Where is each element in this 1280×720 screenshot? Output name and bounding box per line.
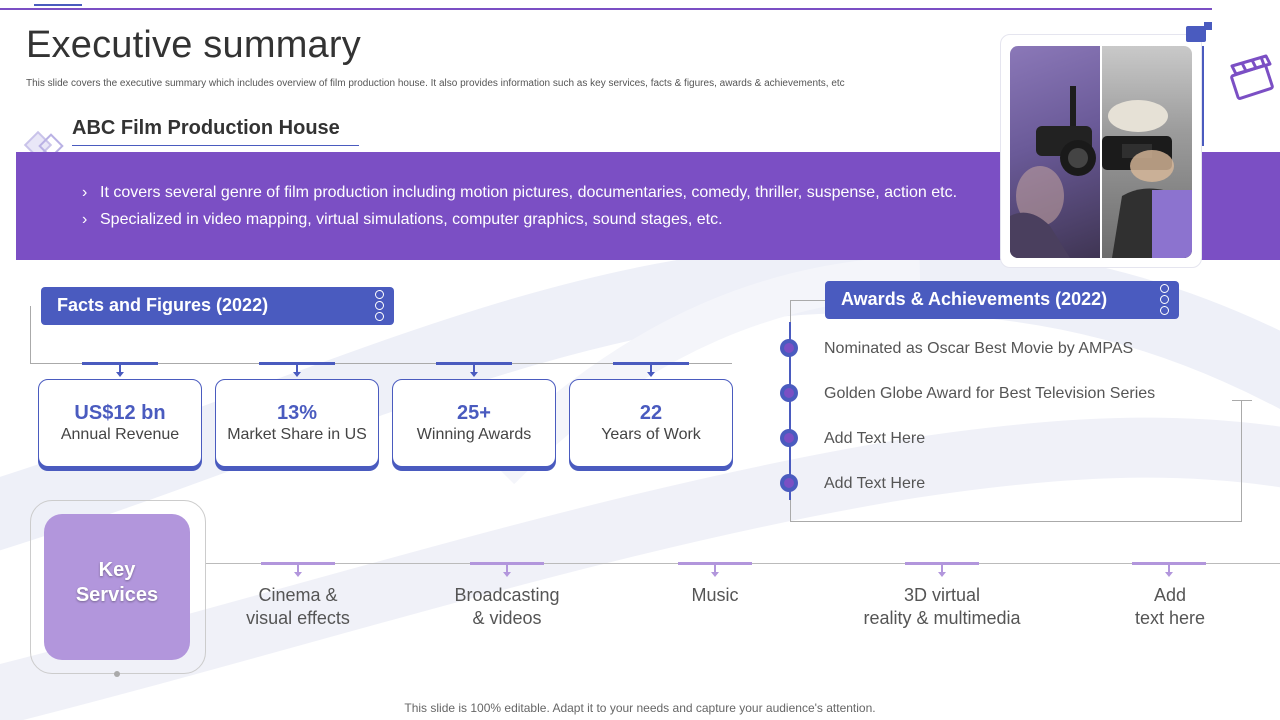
award-item: Nominated as Oscar Best Movie by AMPAS	[824, 340, 1134, 357]
awards-connector-top	[790, 300, 826, 301]
decorative-square	[1186, 26, 1206, 42]
camera-operator-icon	[1010, 86, 1096, 258]
top-divider-line	[0, 8, 1212, 10]
overview-point-text: Specialized in video mapping, virtual si…	[100, 211, 723, 228]
service-item-line: Music	[691, 585, 739, 605]
service-item-line: text here	[1134, 608, 1206, 628]
dot-icon	[375, 290, 384, 299]
facts-heading: Facts and Figures (2022)	[41, 287, 394, 325]
chevron-right-icon: ›	[82, 184, 88, 201]
service-item-line: Cinema &	[258, 585, 338, 605]
awards-heading-dots	[1160, 284, 1170, 317]
arrow-down-icon	[470, 372, 478, 377]
fact-label: Market Share in US	[227, 426, 367, 443]
service-item: Broadcasting & videos	[407, 584, 607, 630]
service-item-line: reality & multimedia	[863, 608, 1021, 628]
service-item: Cinema & visual effects	[198, 584, 398, 630]
fact-card: US$12 bn Annual Revenue	[38, 379, 202, 467]
facts-connector-vertical	[30, 306, 31, 364]
chevron-right-icon: ›	[82, 211, 88, 228]
service-item-line: & videos	[472, 608, 542, 628]
photo-tint-block	[1152, 190, 1192, 258]
award-bullet-icon	[780, 384, 798, 402]
fact-card: 13% Market Share in US	[215, 379, 379, 467]
key-services-frame-dot	[114, 671, 120, 677]
arrow-down-icon	[294, 572, 302, 577]
clapperboard-icon	[1230, 54, 1274, 100]
dot-icon	[1160, 306, 1169, 315]
awards-heading: Awards & Achievements (2022)	[825, 281, 1179, 319]
service-item-line: visual effects	[246, 608, 350, 628]
key-services-heading-line: Services	[75, 584, 159, 606]
award-bullet-icon	[780, 339, 798, 357]
fact-value: 25+	[457, 402, 491, 424]
service-item: Add text here	[1070, 584, 1270, 630]
award-bullet-icon	[780, 429, 798, 447]
arrow-down-icon	[1165, 572, 1173, 577]
awards-connector-bottom	[790, 521, 1242, 522]
arrow-down-icon	[503, 572, 511, 577]
award-item: Add Text Here	[824, 475, 926, 492]
key-services-heading-line: Key	[98, 559, 136, 581]
footer-note: This slide is 100% editable. Adapt it to…	[404, 701, 876, 715]
arrow-down-icon	[647, 372, 655, 377]
overview-point: › Specialized in video mapping, virtual s…	[82, 211, 723, 229]
fact-value: 22	[639, 402, 663, 424]
fact-value: 13%	[276, 402, 318, 424]
fact-value: US$12 bn	[74, 402, 166, 424]
page-title: Executive summary	[26, 24, 361, 66]
service-item: 3D virtual reality & multimedia	[842, 584, 1042, 630]
awards-heading-text: Awards & Achievements (2022)	[841, 289, 1108, 309]
fact-label: Annual Revenue	[60, 426, 180, 443]
company-underline	[72, 145, 359, 146]
fact-label: Years of Work	[601, 426, 701, 443]
award-item: Golden Globe Award for Best Television S…	[824, 385, 1156, 402]
film-crew-photo-left	[1010, 46, 1100, 258]
overview-point: › It covers several genre of film product…	[82, 184, 957, 202]
arrow-down-icon	[938, 572, 946, 577]
arrow-down-icon	[116, 372, 124, 377]
page-subtitle: This slide covers the executive summary …	[26, 78, 845, 89]
decorative-vertical-line	[1202, 46, 1204, 146]
awards-connector-right-tick	[1232, 400, 1252, 401]
service-item: Music	[615, 584, 815, 607]
overview-point-text: It covers several genre of film producti…	[100, 184, 958, 201]
key-services-heading: Key Services	[44, 514, 190, 660]
arrow-down-icon	[711, 572, 719, 577]
fact-card: 25+ Winning Awards	[392, 379, 556, 467]
dot-icon	[1160, 284, 1169, 293]
dot-icon	[375, 301, 384, 310]
facts-heading-text: Facts and Figures (2022)	[57, 295, 269, 315]
service-item-line: Add	[1153, 585, 1187, 605]
arrow-down-icon	[293, 372, 301, 377]
company-name: ABC Film Production House	[72, 117, 340, 139]
service-item-line: 3D virtual	[903, 585, 981, 605]
award-bullet-icon	[780, 474, 798, 492]
fact-card: 22 Years of Work	[569, 379, 733, 467]
facts-heading-dots	[375, 290, 385, 323]
dot-icon	[1160, 295, 1169, 304]
award-item: Add Text Here	[824, 430, 926, 447]
top-accent-line	[34, 4, 82, 6]
dot-icon	[375, 312, 384, 321]
awards-connector-right	[1241, 400, 1242, 522]
decorative-square-small	[1204, 22, 1212, 30]
fact-label: Winning Awards	[416, 426, 532, 443]
service-item-line: Broadcasting	[454, 585, 560, 605]
